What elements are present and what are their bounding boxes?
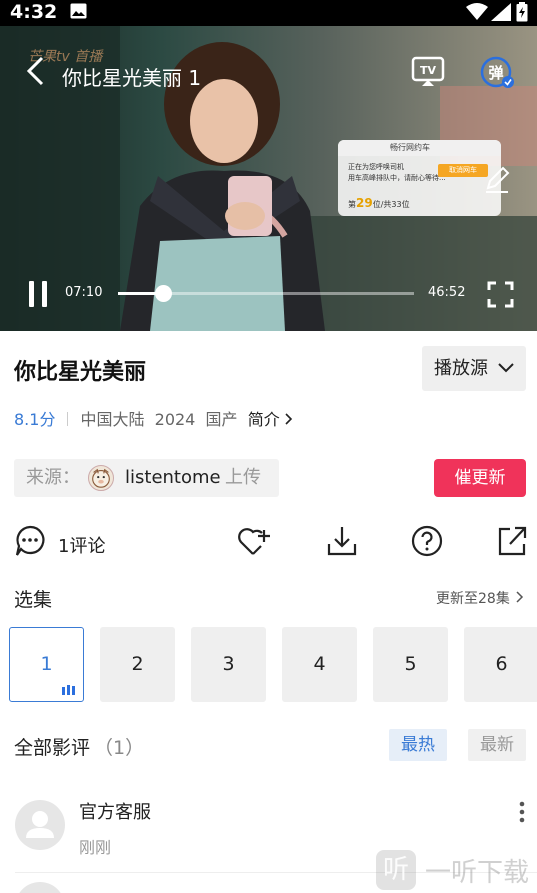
- help-icon[interactable]: [410, 524, 444, 558]
- reviews-count: （1）: [94, 737, 145, 759]
- category: 国产: [205, 410, 238, 429]
- in-video-ad[interactable]: 畅行网约车 正在为您呼唤司机 用车高峰排队中，请耐心等待... 第29位/共33…: [338, 140, 501, 216]
- favorite-add-icon[interactable]: [236, 524, 272, 558]
- episode-label: 2: [131, 653, 144, 675]
- signal-icon: [491, 3, 511, 21]
- default-user-icon: [26, 811, 54, 838]
- battery-icon: [516, 2, 528, 22]
- comment-count[interactable]: 1评论: [58, 532, 105, 558]
- danmaku-toggle-icon[interactable]: 弹: [480, 56, 516, 90]
- duration: 46:52: [428, 285, 466, 300]
- player-episode-title: 你比星光美丽 1: [62, 66, 202, 90]
- ad-queue: 第29位/共33位: [348, 196, 410, 210]
- play-source-button[interactable]: 播放源: [422, 346, 526, 391]
- ad-brand: 畅行网约车: [338, 140, 501, 156]
- image-notification-icon: [70, 3, 87, 19]
- episode-label: 4: [313, 653, 326, 675]
- brief-link[interactable]: 简介: [248, 410, 293, 429]
- wifi-icon: [466, 3, 488, 20]
- region: 中国大陆: [80, 410, 145, 429]
- avatar[interactable]: [15, 882, 65, 893]
- uploader-avatar-icon: [88, 465, 114, 491]
- cast-tv-icon[interactable]: TV: [411, 56, 445, 88]
- more-options-icon[interactable]: [514, 800, 530, 826]
- reviews-title: 全部影评: [14, 737, 91, 759]
- episode-label: 6: [495, 653, 508, 675]
- episode-button[interactable]: 2: [100, 627, 175, 702]
- episode-label: 1: [40, 653, 53, 675]
- video-player[interactable]: 芒果tv 首播 你比星光美丽 1 TV 弹 畅行网约车 正在为您呼唤司机 用车高…: [0, 26, 537, 331]
- episode-label: 3: [222, 653, 235, 675]
- chevron-right-icon: [516, 591, 523, 603]
- current-time: 07:10: [65, 285, 103, 300]
- avatar[interactable]: [15, 800, 65, 850]
- comment-icon[interactable]: [14, 524, 46, 558]
- status-bar: 4:32: [0, 0, 537, 26]
- playing-bars-icon: [62, 685, 75, 695]
- episode-button[interactable]: 1: [9, 627, 84, 702]
- chevron-right-icon: [285, 413, 292, 425]
- svg-text:TV: TV: [420, 64, 437, 77]
- site-watermark-text: 一听下载: [425, 858, 530, 888]
- episode-button[interactable]: 4: [282, 627, 357, 702]
- show-title: 你比星光美丽: [14, 360, 147, 385]
- episodes-heading: 选集: [14, 589, 53, 611]
- sort-hot-button[interactable]: 最热: [389, 729, 447, 761]
- site-watermark-logo: 听: [376, 850, 416, 890]
- edit-pencil-icon[interactable]: [482, 164, 512, 194]
- episode-button[interactable]: 5: [373, 627, 448, 702]
- update-info[interactable]: 更新至28集: [436, 588, 524, 608]
- fullscreen-icon[interactable]: [487, 281, 514, 308]
- uploader-name: listentome: [125, 467, 221, 488]
- download-icon[interactable]: [326, 524, 358, 558]
- back-arrow-icon[interactable]: [22, 56, 52, 86]
- urge-update-button[interactable]: 催更新: [434, 459, 526, 497]
- score: 8.1分: [14, 410, 56, 429]
- uploader-tag[interactable]: 来源： listentome 上传: [14, 459, 279, 497]
- uploader-label: 来源：: [26, 467, 80, 488]
- episode-label: 5: [404, 653, 417, 675]
- action-bar: 1评论: [0, 524, 537, 564]
- play-source-label: 播放源: [434, 358, 488, 379]
- ad-button[interactable]: 取消网车: [438, 164, 488, 177]
- episode-button[interactable]: 6: [464, 627, 537, 702]
- share-icon[interactable]: [496, 524, 528, 558]
- review-author: 官方客服: [79, 802, 151, 823]
- year: 2024: [154, 410, 196, 429]
- site-watermark: 听 一听下载: [376, 846, 536, 892]
- svg-text:弹: 弹: [488, 64, 503, 82]
- progress-track[interactable]: [118, 285, 414, 302]
- meta-divider: [67, 412, 69, 426]
- reviews-heading: 全部影评 （1）: [14, 733, 144, 760]
- chevron-down-icon: [498, 363, 514, 373]
- pause-icon[interactable]: [27, 280, 51, 308]
- uploader-suffix: 上传: [225, 467, 261, 488]
- show-meta: 8.1分 中国大陆 2024 国产 简介: [14, 406, 293, 430]
- episode-button[interactable]: 3: [191, 627, 266, 702]
- sort-new-button[interactable]: 最新: [468, 729, 526, 761]
- status-time: 4:32: [10, 1, 58, 23]
- review-time: 刚刚: [79, 838, 112, 857]
